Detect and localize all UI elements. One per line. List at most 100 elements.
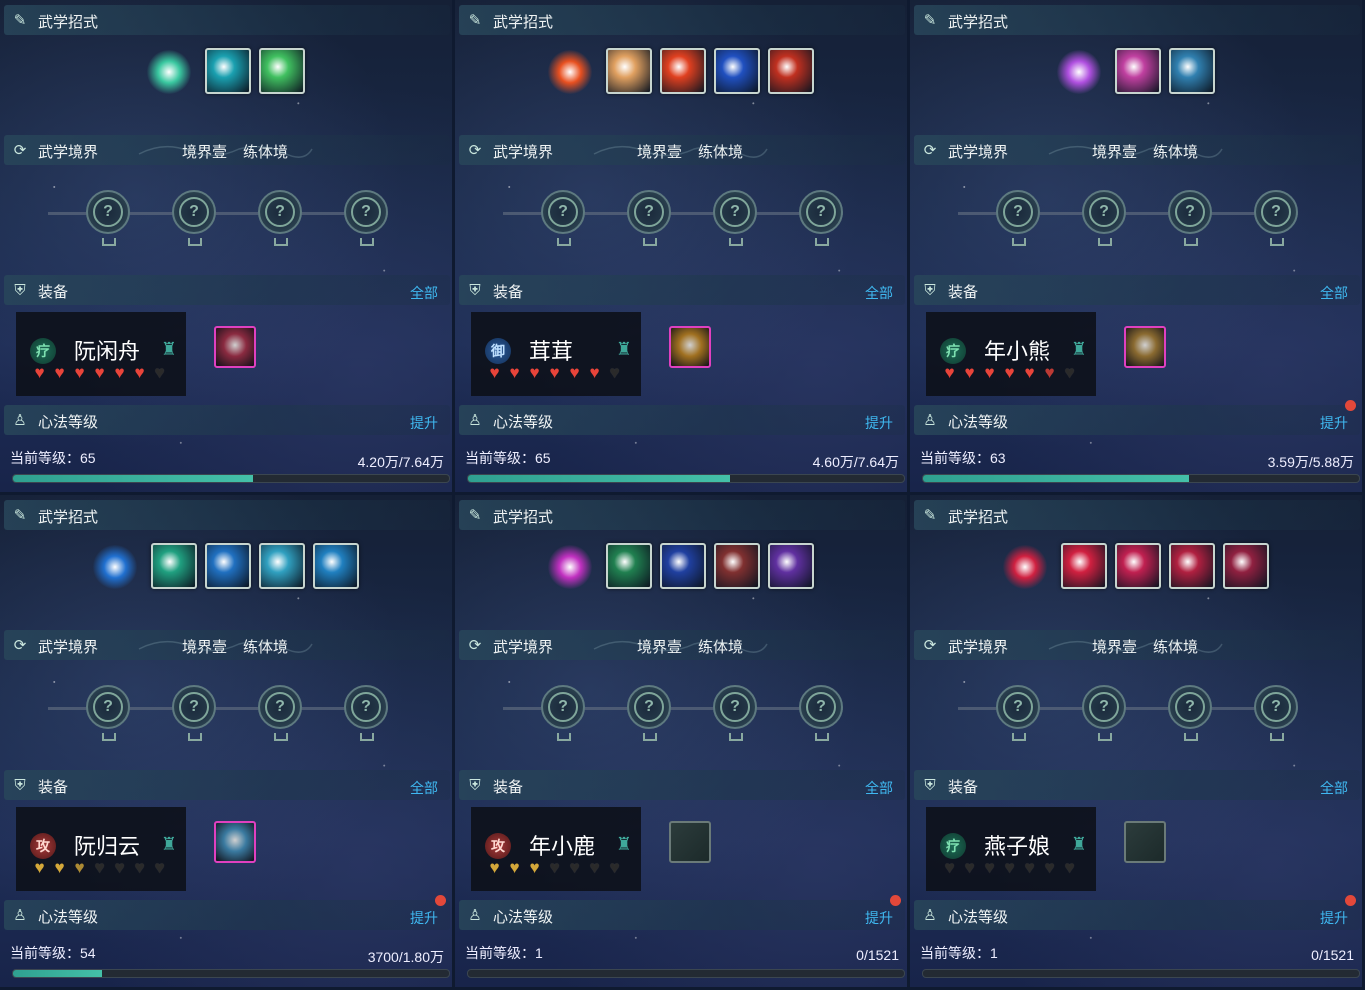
locked-realm-node[interactable]: ?: [1168, 685, 1212, 741]
view-all-link[interactable]: 全部: [865, 283, 893, 303]
view-all-link[interactable]: 全部: [1320, 283, 1348, 303]
locked-realm-node[interactable]: ?: [1082, 685, 1126, 741]
question-mark-icon: ?: [1261, 692, 1291, 722]
skill-icon[interactable]: [259, 543, 305, 589]
upgrade-button[interactable]: 提升: [410, 908, 438, 928]
locked-realm-node[interactable]: ?: [86, 685, 130, 741]
locked-realm-node[interactable]: ?: [541, 685, 585, 741]
skill-icon[interactable]: [151, 543, 197, 589]
locked-realm-node[interactable]: ?: [996, 190, 1040, 246]
skill-icon[interactable]: [768, 48, 814, 94]
locked-realm-node[interactable]: ?: [799, 685, 843, 741]
skill-icon[interactable]: [205, 48, 251, 94]
locked-realm-node[interactable]: ?: [258, 190, 302, 246]
realm-header: ⟳ 武学境界 境界壹 练体境: [914, 135, 1360, 165]
skill-icon[interactable]: [1061, 543, 1107, 589]
skill-list: [0, 543, 452, 595]
skill-icon[interactable]: [1115, 543, 1161, 589]
equipped-armor-icon[interactable]: [669, 326, 711, 368]
locked-realm-node[interactable]: ?: [996, 685, 1040, 741]
armor-icon: ⛨: [14, 281, 26, 299]
main-skill-orb-icon[interactable]: [147, 50, 191, 94]
character-card[interactable]: 御茸茸 ♜ ♥ ♥ ♥ ♥ ♥ ♥ ♥: [471, 312, 641, 396]
equipped-armor-icon[interactable]: [214, 326, 256, 368]
main-skill-orb-icon[interactable]: [548, 545, 592, 589]
main-skill-orb-icon[interactable]: [1057, 50, 1101, 94]
character-card[interactable]: 攻阮归云 ♜ ♥ ♥ ♥ ♥ ♥ ♥ ♥: [16, 807, 186, 891]
locked-realm-node[interactable]: ?: [713, 190, 757, 246]
skill-icon[interactable]: [660, 543, 706, 589]
locked-realm-node[interactable]: ?: [713, 685, 757, 741]
skill-icon[interactable]: [1223, 543, 1269, 589]
realm-header: ⟳ 武学境界 境界壹 练体境: [4, 630, 450, 660]
equipped-armor-icon[interactable]: [214, 821, 256, 863]
skill-icon[interactable]: [1115, 48, 1161, 94]
main-skill-orb-icon[interactable]: [548, 50, 592, 94]
skill-icon[interactable]: [714, 48, 760, 94]
locked-realm-node[interactable]: ?: [1254, 190, 1298, 246]
heart-method-header-title: 心法等级: [948, 909, 1009, 926]
locked-realm-node[interactable]: ?: [344, 685, 388, 741]
locked-realm-node[interactable]: ?: [541, 190, 585, 246]
character-panel: ✎ 武学招式 ⟳ 武学境界 境界壹 练体境???? ⛨ 装备 全部疗阮闲舟 ♜ ♥ ♥ ♥ ♥ ♥ ♥ ♥ ♙ 心法…: [0, 0, 452, 492]
meditation-icon: ♙: [13, 907, 27, 924]
level-row: 当前等级：1 0/1521: [920, 941, 1356, 963]
skill-icon[interactable]: [606, 48, 652, 94]
question-mark-icon: ?: [1175, 692, 1205, 722]
view-all-link[interactable]: 全部: [410, 283, 438, 303]
equipped-armor-icon[interactable]: [1124, 326, 1166, 368]
skill-icon[interactable]: [259, 48, 305, 94]
upgrade-button[interactable]: 提升: [865, 908, 893, 928]
star-rating: ♥ ♥ ♥ ♥ ♥ ♥ ♥: [940, 858, 1079, 877]
skill-icon[interactable]: [205, 543, 251, 589]
locked-realm-node[interactable]: ?: [86, 190, 130, 246]
view-all-link[interactable]: 全部: [865, 778, 893, 798]
skill-icon[interactable]: [660, 48, 706, 94]
skill-icons: [0, 48, 452, 94]
skill-icon[interactable]: [1169, 48, 1215, 94]
level-row: 当前等级：63 3.59万/5.88万: [920, 446, 1356, 470]
main-skill-orb-icon[interactable]: [1003, 545, 1047, 589]
character-card[interactable]: 攻年小鹿 ♜ ♥ ♥ ♥ ♥ ♥ ♥ ♥: [471, 807, 641, 891]
equipment-header-title: 装备: [493, 284, 524, 301]
upgrade-button[interactable]: 提升: [410, 413, 438, 433]
heart-icon: ♥: [964, 363, 975, 382]
skill-icon[interactable]: [714, 543, 760, 589]
question-mark-icon: ?: [179, 692, 209, 722]
skill-icons: [910, 543, 1362, 589]
heart-icon: ♥: [34, 858, 45, 877]
upgrade-button[interactable]: 提升: [1320, 908, 1348, 928]
sword-book-icon: ✎: [468, 507, 482, 524]
heart-icon: ♥: [589, 858, 600, 877]
skill-icon[interactable]: [606, 543, 652, 589]
locked-realm-node[interactable]: ?: [172, 190, 216, 246]
upgrade-button[interactable]: 提升: [865, 413, 893, 433]
skill-icon[interactable]: [768, 543, 814, 589]
experience-value: 0/1521: [856, 947, 899, 963]
cloud-ornament-icon: [593, 145, 768, 158]
locked-realm-node[interactable]: ?: [799, 190, 843, 246]
locked-realm-node[interactable]: ?: [172, 685, 216, 741]
view-all-link[interactable]: 全部: [1320, 778, 1348, 798]
empty-armor-slot-icon[interactable]: [1124, 821, 1166, 863]
character-card[interactable]: 疗燕子娘 ♜ ♥ ♥ ♥ ♥ ♥ ♥ ♥: [926, 807, 1096, 891]
main-skill-orb-icon[interactable]: [93, 545, 137, 589]
locked-realm-node[interactable]: ?: [344, 190, 388, 246]
locked-realm-node[interactable]: ?: [627, 190, 671, 246]
locked-realm-node[interactable]: ?: [627, 685, 671, 741]
character-card[interactable]: 疗年小熊 ♜ ♥ ♥ ♥ ♥ ♥ ♥ ♥: [926, 312, 1096, 396]
heart-method-header-title: 心法等级: [493, 414, 554, 431]
skill-icon[interactable]: [313, 543, 359, 589]
current-level: 当前等级：65: [10, 450, 96, 466]
view-all-link[interactable]: 全部: [410, 778, 438, 798]
locked-realm-node[interactable]: ?: [1168, 190, 1212, 246]
locked-realm-node[interactable]: ?: [1082, 190, 1126, 246]
upgrade-button[interactable]: 提升: [1320, 413, 1348, 433]
skill-icon[interactable]: [1169, 543, 1215, 589]
locked-realm-node[interactable]: ?: [258, 685, 302, 741]
heart-method-header: ♙ 心法等级 提升: [914, 405, 1360, 435]
heart-icon: ♥: [984, 858, 995, 877]
locked-realm-node[interactable]: ?: [1254, 685, 1298, 741]
empty-armor-slot-icon[interactable]: [669, 821, 711, 863]
character-card[interactable]: 疗阮闲舟 ♜ ♥ ♥ ♥ ♥ ♥ ♥ ♥: [16, 312, 186, 396]
